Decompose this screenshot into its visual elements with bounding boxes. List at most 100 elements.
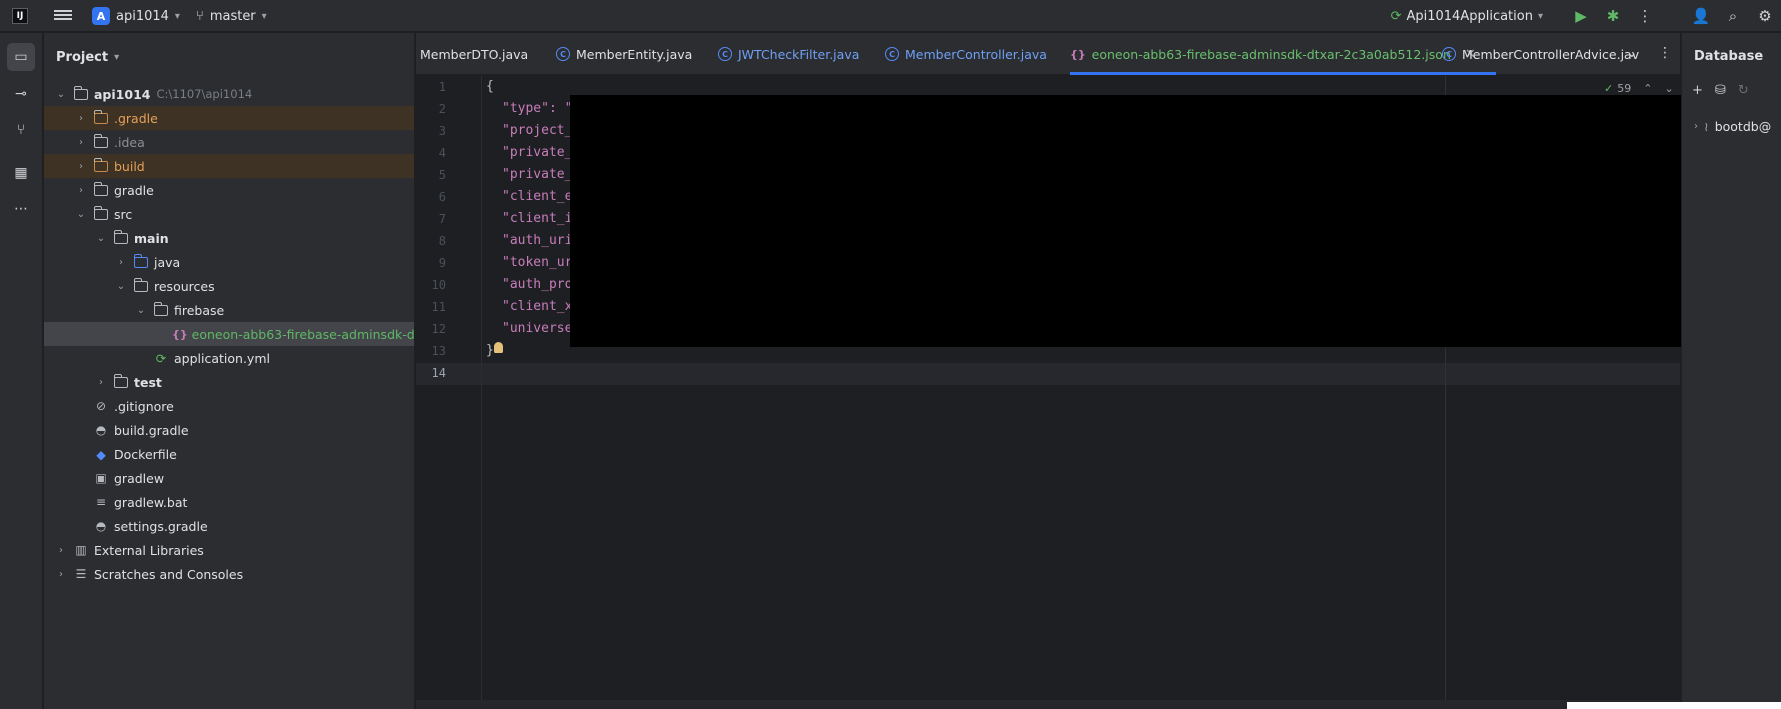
resources-folder-icon <box>132 277 150 293</box>
folder-icon <box>92 157 110 173</box>
run-configuration-name: Api1014Application <box>1406 8 1533 24</box>
line-number: 1 <box>438 80 446 94</box>
tree-root-path: C:\1107\api1014 <box>156 87 253 101</box>
tab-member-controller[interactable]: C MemberController.java <box>885 33 1047 75</box>
code-line: "client_x <box>502 299 573 314</box>
tree-item-gradlew[interactable]: ▣ gradlew <box>44 466 414 490</box>
run-configuration-selector[interactable]: ⟳ Api1014Application ▾ <box>1391 9 1543 24</box>
vcs-branch-switcher[interactable]: ⑂ master ▾ <box>196 5 267 27</box>
mysql-icon: ≀ <box>1704 119 1709 134</box>
datasource-properties-icon[interactable]: ⛁ <box>1715 83 1726 98</box>
settings-gear-icon[interactable]: ⚙ <box>1749 0 1781 32</box>
tab-member-dto[interactable]: MemberDTO.java <box>420 33 528 75</box>
tree-item-firebase[interactable]: ⌄ firebase <box>44 298 414 322</box>
expand-arrow-icon: › <box>79 160 83 172</box>
tab-label: eoneon-abb63-firebase-adminsdk-dtxar-2c3… <box>1091 46 1451 62</box>
project-panel-header[interactable]: Project ▾ <box>44 33 414 81</box>
tree-item-settings-gradle[interactable]: ◓ settings.gradle <box>44 514 414 538</box>
collapse-arrow-icon: ⌄ <box>76 208 86 220</box>
structure-icon[interactable]: ▦ <box>7 159 35 187</box>
tree-item-application-yml[interactable]: ⟳ application.yml <box>44 346 414 370</box>
debug-icon[interactable]: ✱ <box>1597 0 1629 32</box>
pull-requests-icon[interactable]: ⑂ <box>7 116 35 144</box>
project-switcher[interactable]: A api1014 ▾ <box>92 5 180 27</box>
chevron-down-icon: ▾ <box>261 10 267 22</box>
expand-arrow-icon: › <box>99 376 103 388</box>
tree-item-idea[interactable]: › .idea <box>44 130 414 154</box>
tab-member-entity[interactable]: C MemberEntity.java <box>556 33 692 75</box>
tree-item-label: gradle <box>114 182 154 198</box>
tree-item-label: .gradle <box>114 110 158 126</box>
title-bar-actions: ⟳ Api1014Application ▾ ▶ ✱ ⋮ 👤 ⌕ ⚙ <box>1391 0 1781 32</box>
tab-firebase-json[interactable]: {} eoneon-abb63-firebase-adminsdk-dtxar-… <box>1070 33 1496 75</box>
chevron-down-icon: ▾ <box>1537 10 1543 22</box>
tree-item-build[interactable]: › build <box>44 154 414 178</box>
line-number: 6 <box>438 190 446 204</box>
intellij-logo-icon[interactable]: IJ <box>12 8 28 24</box>
tree-item-label: firebase <box>174 302 225 318</box>
overlay-patch <box>1567 702 1781 709</box>
branch-name: master <box>209 8 256 24</box>
java-class-icon: C <box>718 47 732 61</box>
redacted-region <box>570 95 1696 347</box>
folder-icon <box>112 373 130 389</box>
tree-item-src[interactable]: ⌄ src <box>44 202 414 226</box>
folder-icon <box>92 205 110 221</box>
more-tools-icon[interactable]: ⋯ <box>7 195 35 223</box>
main-menu-icon[interactable] <box>54 8 72 24</box>
horizontal-scrollbar[interactable] <box>416 700 1680 709</box>
tree-item-java[interactable]: › java <box>44 250 414 274</box>
code-line: "client_i <box>502 211 573 226</box>
tree-item-test[interactable]: › test <box>44 370 414 394</box>
project-name: api1014 <box>116 8 169 24</box>
search-icon[interactable]: ⌕ <box>1717 0 1749 32</box>
commit-icon[interactable]: ⊸ <box>7 80 35 108</box>
add-datasource-icon[interactable]: + <box>1692 83 1703 98</box>
tree-item-dockerfile[interactable]: ◆ Dockerfile <box>44 442 414 466</box>
tree-item-resources[interactable]: ⌄ resources <box>44 274 414 298</box>
left-tool-strip: ▭ ⊸ ⑂ ▦ ⋯ <box>0 33 43 709</box>
code-line: "private_ <box>502 145 573 160</box>
tree-item-gitignore[interactable]: ⊘ .gitignore <box>44 394 414 418</box>
tree-item-scratches[interactable]: › ☰ Scratches and Consoles <box>44 562 414 586</box>
chevron-down-icon: ▾ <box>174 10 180 22</box>
expand-arrow-icon: › <box>79 112 83 124</box>
tree-item-build-gradle[interactable]: ◓ build.gradle <box>44 418 414 442</box>
refresh-icon[interactable]: ↻ <box>1738 83 1749 98</box>
tab-label: MemberEntity.java <box>576 46 693 62</box>
tree-item-gradle-cache[interactable]: › .gradle <box>44 106 414 130</box>
code-with-me-icon[interactable]: 👤 <box>1685 0 1717 32</box>
run-icon[interactable]: ▶ <box>1565 0 1597 32</box>
tree-item-firebase-json[interactable]: {} eoneon-abb63-firebase-adminsdk-dtxar-… <box>44 322 415 346</box>
tree-item-main[interactable]: ⌄ main <box>44 226 414 250</box>
tree-item-gradlew-bat[interactable]: ≡ gradlew.bat <box>44 490 414 514</box>
tree-root[interactable]: ⌄ api1014 C:\1107\api1014 <box>44 82 414 106</box>
chevron-up-icon[interactable]: ⌃ <box>1643 82 1652 95</box>
line-number-gutter: 1 2 3 4 5 6 7 8 9 10 11 12 13 14 <box>416 76 482 709</box>
datasource-item[interactable]: › ≀ bootdb@ <box>1694 119 1771 134</box>
text-file-icon: ≡ <box>95 495 107 509</box>
intention-bulb-icon[interactable] <box>494 342 503 353</box>
more-actions-icon[interactable]: ⋮ <box>1629 0 1661 32</box>
tab-label: JWTCheckFilter.java <box>738 46 860 62</box>
line-number: 7 <box>438 212 446 226</box>
tab-member-controller-advice[interactable]: C MemberControllerAdvice.jav <box>1442 33 1639 75</box>
tab-label: MemberControllerAdvice.jav <box>1462 46 1640 62</box>
spring-boot-icon: ⟳ <box>1390 8 1402 24</box>
folder-icon <box>92 109 110 125</box>
tab-jwt-check-filter[interactable]: C JWTCheckFilter.java <box>718 33 859 75</box>
chevron-down-icon[interactable]: ⌄ <box>1664 82 1673 95</box>
tree-item-gradle[interactable]: › gradle <box>44 178 414 202</box>
tab-list-chevron-icon[interactable]: ⌄ <box>1626 45 1638 61</box>
inspection-widget[interactable]: ✓ 59 ⌃ ⌄ <box>1604 82 1674 95</box>
tree-item-label: eoneon-abb63-firebase-adminsdk-dtxar-2 <box>191 326 415 342</box>
code-line: "auth_pro <box>502 277 573 292</box>
collapse-arrow-icon: ⌄ <box>136 304 146 316</box>
tree-item-label: .gitignore <box>114 398 174 414</box>
project-folder-icon[interactable]: ▭ <box>7 43 35 71</box>
folder-icon <box>112 229 130 245</box>
tab-options-icon[interactable]: ⋮ <box>1658 45 1672 61</box>
shell-script-icon: ▣ <box>95 471 107 485</box>
tree-item-external-libraries[interactable]: › ▥ External Libraries <box>44 538 414 562</box>
folder-icon <box>92 133 110 149</box>
